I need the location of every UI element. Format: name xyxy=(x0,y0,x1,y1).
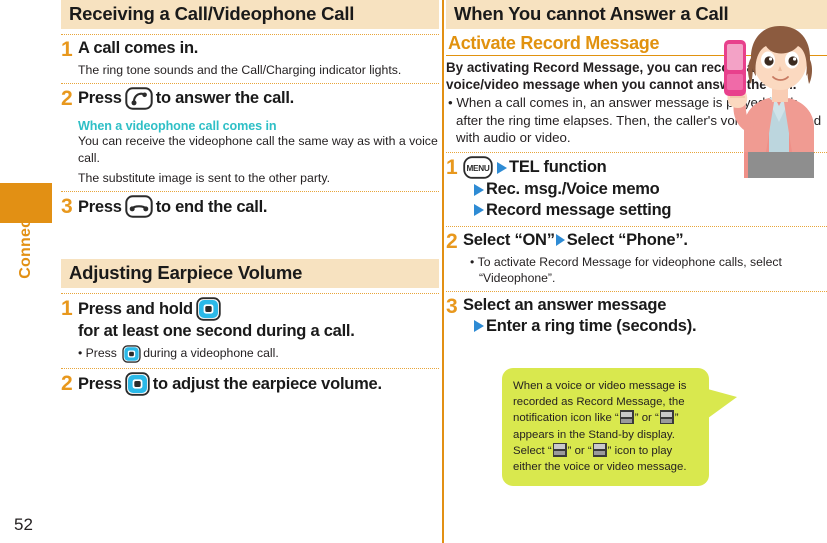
step-number: 1 xyxy=(61,297,73,321)
step-title: Select “ON” Select “Phone”. xyxy=(463,230,827,251)
arrow-right-icon xyxy=(555,234,565,247)
dotted-rule xyxy=(61,368,439,370)
arrow-right-icon xyxy=(474,204,484,217)
step-option-1: Select “ON” xyxy=(463,230,555,249)
step-number: 2 xyxy=(446,229,458,253)
step-item: 1 A call comes in. The ring tone sounds … xyxy=(61,38,439,79)
step-title: Select an answer message xyxy=(463,296,667,315)
step-option-2: Rec. msg./Voice memo xyxy=(486,180,660,199)
svg-text:MENU: MENU xyxy=(466,164,489,173)
step-bullet-text: To activate Record Message for videophon… xyxy=(477,254,782,285)
speech-bubble-text: When a voice or video message is recorde… xyxy=(513,378,698,475)
dotted-rule xyxy=(446,291,827,293)
step-title-text-after: for at least one second during a call. xyxy=(78,322,355,341)
nav-down-key-icon xyxy=(122,345,141,363)
step-title-text: Press and hold xyxy=(78,299,193,318)
step-option-2: Enter a ring time (seconds). xyxy=(486,316,697,335)
step-title-text: Press xyxy=(78,197,122,216)
videophone-subheading: When a videophone call comes in xyxy=(78,119,277,134)
step-body: Select an answer message Enter a ring ti… xyxy=(463,295,827,337)
step-body: Select “ON” Select “Phone”. • To activat… xyxy=(463,230,827,286)
step-item: 1 Press and hold for at least one second… xyxy=(61,297,439,363)
menu-key-icon: MENU xyxy=(463,156,493,179)
arrow-right-icon xyxy=(474,183,484,196)
step-option-2: Select “Phone”. xyxy=(566,230,688,249)
step-bullet: • To activate Record Message for videoph… xyxy=(463,254,827,287)
bubble-text-part-2: ” or “ xyxy=(634,412,659,425)
step-item: 2 Press to answer the call. When a video… xyxy=(61,87,439,186)
step-description: You can receive the videophone call the … xyxy=(78,134,438,166)
step-item: 2 Press to adjust the earpiece volume. xyxy=(61,372,439,396)
step-title-line3: Record message setting xyxy=(463,200,827,221)
answer-call-key-icon xyxy=(125,87,153,111)
video-message-notification-icon xyxy=(592,442,607,457)
step-title: Press and hold for at least one second d… xyxy=(78,297,439,342)
dotted-rule xyxy=(61,83,439,85)
step-option-3: Record message setting xyxy=(486,200,672,219)
step-item: 3 Select an answer message Enter a ring … xyxy=(446,295,827,337)
step-title-text: Press xyxy=(78,374,122,393)
bullet-marker: • xyxy=(470,254,478,269)
step-option-1: TEL function xyxy=(509,158,607,177)
right-column: When You cannot Answer a Call Activate R… xyxy=(446,0,827,543)
step-body: Press to adjust the earpiece volume. xyxy=(78,372,439,396)
step-body: Press to end the call. xyxy=(78,195,439,219)
nav-up-key-icon xyxy=(196,297,221,322)
step-title-text-after: to end the call. xyxy=(155,197,268,216)
step-description: The ring tone sounds and the Call/Chargi… xyxy=(78,62,402,77)
step-title-line2: Rec. msg./Voice memo xyxy=(463,179,827,200)
step-number: 1 xyxy=(446,156,458,180)
section-header-earpiece-volume: Adjusting Earpiece Volume xyxy=(61,259,439,289)
voice-message-notification-icon xyxy=(552,442,567,457)
dotted-rule xyxy=(61,33,439,35)
arrow-right-icon xyxy=(497,161,507,174)
step-number: 3 xyxy=(61,195,73,219)
section-header-receiving-call: Receiving a Call/Videophone Call xyxy=(61,0,439,29)
step-bullet: • Press during a videophone call. xyxy=(78,345,439,363)
step-body: Press and hold for at least one second d… xyxy=(78,297,439,363)
bullet-text-after: during a videophone call. xyxy=(143,346,279,361)
bubble-text-part-4: ” or “ xyxy=(567,444,592,457)
step-number: 2 xyxy=(61,372,73,396)
end-call-key-icon xyxy=(125,195,153,219)
step-number: 2 xyxy=(61,87,73,111)
step-title-text-after: to adjust the earpiece volume. xyxy=(152,374,382,393)
video-message-notification-icon xyxy=(659,410,674,425)
nav-key-icon xyxy=(125,372,150,396)
left-column: Receiving a Call/Videophone Call 1 A cal… xyxy=(61,0,439,543)
step-description: The substitute image is sent to the othe… xyxy=(78,170,330,185)
step-item: 3 Press to end the call. xyxy=(61,195,439,219)
step-number: 3 xyxy=(446,295,458,319)
step-title: Press to answer the call. xyxy=(78,87,439,111)
bullet-text-before: Press xyxy=(85,346,117,361)
character-illustration xyxy=(714,2,827,178)
dotted-rule xyxy=(61,191,439,193)
column-divider xyxy=(442,0,444,543)
step-title-text-after: to answer the call. xyxy=(155,89,295,108)
dotted-rule xyxy=(446,225,827,227)
sidebar-chapter-label: Connect xyxy=(17,213,34,279)
arrow-right-icon xyxy=(474,320,484,333)
step-number: 1 xyxy=(61,37,73,61)
dotted-rule xyxy=(61,293,439,295)
step-title: Press to end the call. xyxy=(78,195,439,219)
step-title-text: Press xyxy=(78,89,122,108)
bullet-marker: • xyxy=(78,346,86,361)
step-body: Press to answer the call. When a videoph… xyxy=(78,87,439,186)
step-title: A call comes in. xyxy=(78,38,199,57)
step-title: Press to adjust the earpiece volume. xyxy=(78,372,439,396)
page-number: 52 xyxy=(14,515,33,534)
step-item: 2 Select “ON” Select “Phone”. • To activ… xyxy=(446,230,827,286)
speech-bubble: When a voice or video message is recorde… xyxy=(502,368,709,487)
step-title-line2: Enter a ring time (seconds). xyxy=(463,316,827,337)
voice-message-notification-icon xyxy=(619,410,634,425)
step-body: A call comes in. The ring tone sounds an… xyxy=(78,38,439,79)
